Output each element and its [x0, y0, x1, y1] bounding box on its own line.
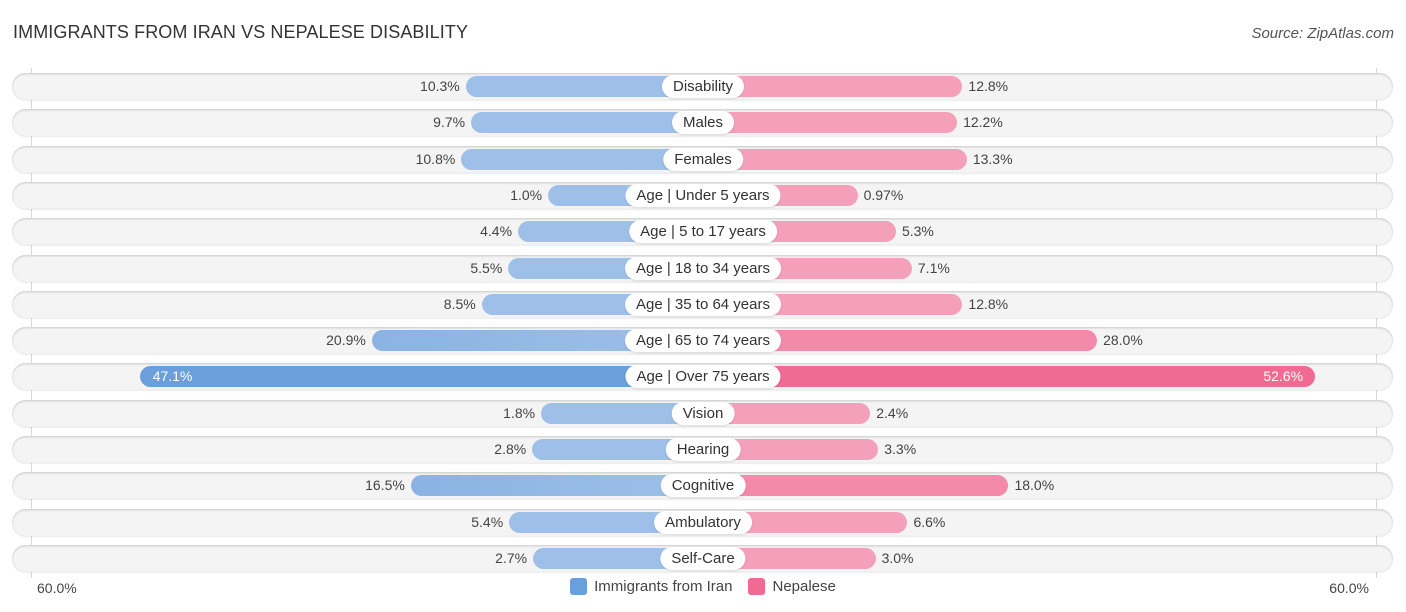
value-label-iran: 10.8% [415, 151, 456, 167]
category-label: Age | Over 75 years [625, 365, 781, 388]
value-label-nepalese: 12.8% [968, 78, 1009, 94]
value-label-nepalese: 28.0% [1103, 332, 1143, 348]
legend-swatch-nepalese [748, 578, 766, 595]
bar-nepalese[interactable] [703, 112, 958, 133]
category-label: Disability [661, 75, 745, 98]
legend-item-nepalese[interactable]: Nepalese [748, 578, 836, 595]
value-label-iran: 5.4% [471, 514, 504, 530]
value-label-nepalese: 5.3% [901, 223, 934, 239]
value-label-nepalese: 7.1% [917, 260, 950, 276]
value-label-nepalese: 12.8% [968, 296, 1009, 312]
legend-item-iran[interactable]: Immigrants from Iran [570, 578, 732, 595]
value-label-iran: 5.5% [470, 260, 503, 276]
value-label-iran: 20.9% [326, 332, 366, 348]
category-label: Vision [671, 402, 735, 425]
value-label-iran: 1.8% [503, 405, 536, 421]
category-label: Age | 65 to 74 years [625, 329, 781, 352]
category-label: Cognitive [660, 474, 746, 497]
category-label: Age | 35 to 64 years [625, 293, 781, 316]
left-axis-line [31, 68, 32, 578]
value-label-nepalese: 3.3% [884, 441, 917, 457]
value-label-iran: 1.0% [510, 187, 543, 203]
category-label: Self-Care [660, 547, 746, 570]
value-label-nepalese: 0.97% [863, 187, 904, 203]
bar-iran[interactable] [410, 475, 703, 496]
category-label: Age | 5 to 17 years [629, 220, 777, 243]
value-label-iran: 2.8% [494, 441, 527, 457]
value-label-iran: 16.5% [365, 477, 405, 493]
bar-nepalese[interactable] [703, 475, 1009, 496]
category-label: Males [671, 111, 735, 134]
value-label-iran: 4.4% [480, 223, 513, 239]
legend: Immigrants from Iran Nepalese [0, 578, 1406, 595]
legend-label-iran: Immigrants from Iran [594, 578, 733, 595]
category-label: Ambulatory [654, 511, 752, 534]
value-label-nepalese: 12.2% [963, 114, 1003, 130]
category-label: Age | 18 to 34 years [625, 257, 781, 280]
value-label-nepalese: 13.3% [972, 151, 1013, 167]
bar-iran[interactable] [139, 366, 703, 387]
source-label: Source: ZipAtlas.com [1251, 25, 1394, 42]
value-label-iran: 8.5% [443, 296, 476, 312]
chart-title: IMMIGRANTS FROM IRAN VS NEPALESE DISABIL… [13, 22, 469, 42]
value-label-nepalese: 52.6% [1263, 368, 1304, 384]
bar-nepalese[interactable] [703, 366, 1316, 387]
legend-label-nepalese: Nepalese [772, 578, 836, 595]
value-label-nepalese: 3.0% [881, 550, 914, 566]
value-label-iran: 2.7% [495, 550, 528, 566]
category-label: Females [663, 148, 743, 171]
category-label: Hearing [665, 438, 741, 461]
value-label-nepalese: 2.4% [876, 405, 909, 421]
bar-iran[interactable] [471, 112, 703, 133]
legend-swatch-iran [570, 578, 588, 595]
right-axis-line [1376, 68, 1377, 578]
value-label-iran: 10.3% [420, 78, 460, 94]
value-label-iran: 9.7% [433, 114, 466, 130]
value-label-nepalese: 18.0% [1014, 477, 1055, 493]
value-label-nepalese: 6.6% [913, 514, 946, 530]
value-label-iran: 47.1% [152, 368, 193, 384]
category-label: Age | Under 5 years [625, 184, 781, 207]
